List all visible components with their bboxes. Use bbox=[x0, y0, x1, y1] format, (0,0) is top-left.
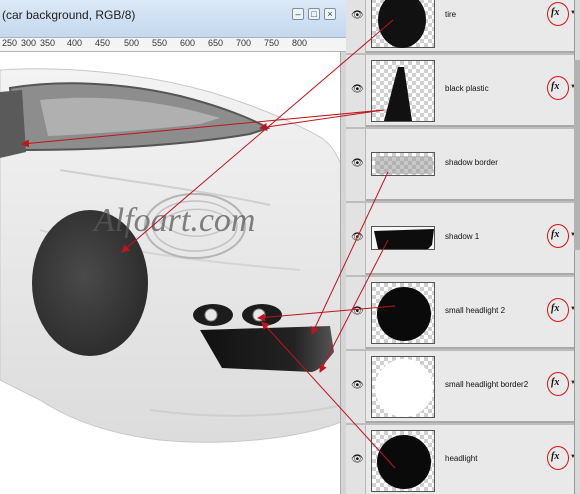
layer-thumbnail bbox=[371, 60, 435, 122]
layer-row[interactable]: 👁 small headlight 2 fx ▼ bbox=[346, 277, 580, 349]
layer-name[interactable]: tire bbox=[445, 10, 456, 19]
eye-icon[interactable]: 👁 bbox=[351, 233, 364, 243]
fx-icon[interactable]: fx bbox=[551, 451, 559, 462]
ruler-label: 600 bbox=[180, 38, 196, 48]
fx-icon[interactable]: fx bbox=[551, 7, 559, 18]
eye-icon[interactable]: 👁 bbox=[351, 11, 364, 21]
eye-icon[interactable]: 👁 bbox=[351, 381, 364, 391]
visibility-toggle[interactable]: 👁 bbox=[346, 203, 366, 275]
visibility-toggle[interactable]: 👁 bbox=[346, 277, 366, 349]
close-button[interactable]: × bbox=[324, 8, 336, 20]
layer-name[interactable]: shadow border bbox=[445, 158, 498, 167]
ruler-label: 300 bbox=[21, 38, 37, 48]
small-headlight-thumbnail-icon bbox=[377, 287, 431, 341]
layer-name[interactable]: small headlight 2 bbox=[445, 306, 505, 315]
visibility-toggle[interactable]: 👁 bbox=[346, 55, 366, 127]
car-illustration bbox=[0, 68, 346, 443]
side-window bbox=[0, 90, 26, 158]
ruler-label: 350 bbox=[40, 38, 56, 48]
visibility-toggle[interactable]: 👁 bbox=[346, 425, 366, 494]
layers-scroll-thumb[interactable] bbox=[574, 60, 580, 250]
layer-row[interactable]: 👁 shadow border bbox=[346, 129, 580, 201]
layer-thumbnail bbox=[371, 282, 435, 344]
document-title: (car background, RGB/8) bbox=[2, 8, 136, 22]
ruler-label: 750 bbox=[264, 38, 280, 48]
visibility-toggle[interactable]: 👁 bbox=[346, 129, 366, 201]
layers-panel: 👁 tire fx ▼ 👁 black plastic fx ▼ 👁 shado… bbox=[346, 0, 580, 494]
ruler-label: 450 bbox=[95, 38, 111, 48]
layer-row[interactable]: 👁 small headlight border2 fx ▼ bbox=[346, 351, 580, 423]
fx-icon[interactable]: fx bbox=[551, 229, 559, 240]
tire-thumbnail-icon bbox=[378, 0, 426, 48]
layer-thumbnail bbox=[371, 226, 435, 250]
layer-row[interactable]: 👁 tire fx ▼ bbox=[346, 0, 580, 53]
document-window: (car background, RGB/8) – □ × 250 300 35… bbox=[0, 0, 346, 494]
shadow-border-thumbnail-icon bbox=[375, 156, 433, 174]
maximize-button[interactable]: □ bbox=[308, 8, 320, 20]
layer-name[interactable]: small headlight border2 bbox=[445, 380, 528, 389]
eye-icon[interactable]: 👁 bbox=[351, 455, 364, 465]
layer-thumbnail bbox=[371, 0, 435, 48]
headlight-thumbnail-icon bbox=[377, 435, 431, 489]
minimize-button[interactable]: – bbox=[292, 8, 304, 20]
ruler-label: 550 bbox=[152, 38, 168, 48]
layer-name[interactable]: black plastic bbox=[445, 84, 489, 93]
layer-thumbnail bbox=[371, 152, 435, 176]
visibility-toggle[interactable]: 👁 bbox=[346, 351, 366, 423]
layer-row[interactable]: 👁 headlight fx ▼ bbox=[346, 425, 580, 494]
ruler-label: 250 bbox=[2, 38, 18, 48]
ruler-label: 500 bbox=[124, 38, 140, 48]
layer-thumbnail bbox=[371, 356, 435, 418]
image-canvas[interactable]: Alfoart.com bbox=[0, 52, 346, 494]
visibility-toggle[interactable]: 👁 bbox=[346, 0, 366, 53]
ruler-label: 400 bbox=[67, 38, 83, 48]
ruler-label: 650 bbox=[208, 38, 224, 48]
watermark-text: Alfoart.com bbox=[94, 202, 256, 239]
black-plastic-thumbnail-icon bbox=[384, 67, 412, 121]
layer-row[interactable]: 👁 shadow 1 fx ▼ bbox=[346, 203, 580, 275]
fx-icon[interactable]: fx bbox=[551, 303, 559, 314]
layer-thumbnail bbox=[371, 430, 435, 492]
fx-icon[interactable]: fx bbox=[551, 81, 559, 92]
shadow-1-thumbnail-icon bbox=[374, 229, 434, 249]
fx-icon[interactable]: fx bbox=[551, 377, 559, 388]
layer-name[interactable]: headlight bbox=[445, 454, 477, 463]
eye-icon[interactable]: 👁 bbox=[351, 85, 364, 95]
horizontal-ruler: 250 300 350 400 450 500 550 600 650 700 … bbox=[0, 38, 346, 52]
headlight-border-thumbnail-icon bbox=[375, 359, 433, 417]
ruler-label: 700 bbox=[236, 38, 252, 48]
eye-icon[interactable]: 👁 bbox=[351, 307, 364, 317]
eye-icon[interactable]: 👁 bbox=[351, 159, 364, 169]
layer-name[interactable]: shadow 1 bbox=[445, 232, 479, 241]
ruler-label: 800 bbox=[292, 38, 308, 48]
layer-row[interactable]: 👁 black plastic fx ▼ bbox=[346, 55, 580, 127]
document-title-bar[interactable]: (car background, RGB/8) – □ × bbox=[0, 0, 346, 38]
